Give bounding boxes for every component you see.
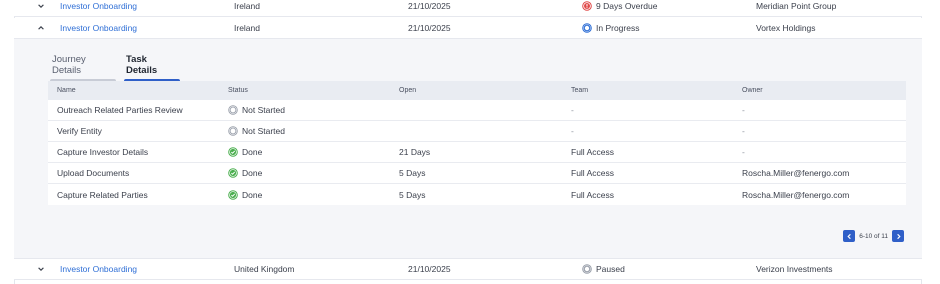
header-team: Team <box>571 87 589 94</box>
task-status-label: Done <box>242 168 263 178</box>
task-name: Upload Documents <box>57 168 130 178</box>
client-cell: Verizon Investments <box>756 264 833 274</box>
date-cell: 21/10/2025 <box>408 1 451 11</box>
header-name: Name <box>57 87 76 94</box>
date-cell: 21/10/2025 <box>408 264 451 274</box>
journey-name-link[interactable]: Investor Onboarding <box>60 264 137 274</box>
client-cell: Vortex Holdings <box>756 23 816 33</box>
chevron-right-icon <box>896 233 901 239</box>
task-table: Name Status Open Team Owner Outreach Rel… <box>48 81 906 205</box>
task-table-header: Name Status Open Team Owner <box>48 81 906 100</box>
overdue-icon <box>582 1 592 11</box>
task-owner: - <box>742 126 745 136</box>
table-row[interactable]: Investor Onboarding Ireland 21/10/2025 9… <box>14 0 922 17</box>
chevron-left-icon <box>847 233 851 239</box>
task-owner: - <box>742 147 745 157</box>
task-owner: Roscha.Miller@fenergo.com <box>742 189 850 200</box>
task-name: Capture Related Parties <box>57 189 148 200</box>
paused-icon <box>582 264 592 274</box>
journey-name-link[interactable]: Investor Onboarding <box>60 23 137 33</box>
date-cell: 21/10/2025 <box>408 23 451 33</box>
task-status: Not Started <box>228 105 285 115</box>
task-status-label: Done <box>242 189 263 200</box>
country-cell: Ireland <box>234 1 260 11</box>
task-name: Verify Entity <box>57 126 102 136</box>
task-team: - <box>571 105 574 115</box>
task-name: Outreach Related Parties Review <box>57 105 183 115</box>
chevron-up-icon[interactable] <box>36 23 46 33</box>
task-details-panel: Journey Details Task Details Name Status… <box>14 39 922 259</box>
task-row[interactable]: Outreach Related Parties Review Not Star… <box>48 100 906 121</box>
task-team: Full Access <box>571 189 614 200</box>
task-status: Done <box>228 190 262 200</box>
task-status-label: Not Started <box>242 105 285 115</box>
tab-label: Journey Details <box>52 54 86 76</box>
tab-journey-details[interactable]: Journey Details <box>50 54 116 83</box>
task-status: Done <box>228 147 262 157</box>
done-check-icon <box>228 189 238 200</box>
table-row[interactable]: Investor Onboarding United Kingdom 21/10… <box>14 259 922 280</box>
journey-name-link[interactable]: Investor Onboarding <box>60 1 137 11</box>
country-cell: Ireland <box>234 23 260 33</box>
header-status: Status <box>228 87 248 94</box>
task-team: - <box>571 126 574 136</box>
task-row[interactable]: Capture Investor Details Done 21 Days Fu… <box>48 142 906 163</box>
task-name: Capture Investor Details <box>57 147 149 157</box>
status-cell: 9 Days Overdue <box>582 1 657 11</box>
pagination: 6-10 of 11 <box>843 230 904 242</box>
task-owner: Roscha.Miller@fenergo.com <box>742 168 850 178</box>
chevron-down-icon[interactable] <box>36 1 46 11</box>
task-row[interactable]: Upload Documents Done 5 Days Full Access… <box>48 163 906 184</box>
header-owner: Owner <box>742 87 763 94</box>
chevron-down-icon[interactable] <box>36 264 46 274</box>
task-status-label: Not Started <box>242 126 285 136</box>
done-check-icon <box>228 168 238 178</box>
task-status-label: Done <box>242 147 263 157</box>
pagination-label: 6-10 of 11 <box>859 232 888 240</box>
status-label: In Progress <box>596 23 640 33</box>
client-cell: Meridian Point Group <box>756 1 837 11</box>
task-status: Not Started <box>228 126 285 136</box>
task-row[interactable]: Capture Related Parties Done 5 Days Full… <box>48 184 906 205</box>
prev-page-button[interactable] <box>843 230 856 242</box>
header-open: Open <box>399 87 417 94</box>
tab-task-details[interactable]: Task Details <box>124 54 180 83</box>
task-open: 21 Days <box>399 147 431 157</box>
done-check-icon <box>228 147 238 157</box>
task-status: Done <box>228 168 262 178</box>
task-row[interactable]: Verify Entity Not Started - - <box>48 121 906 142</box>
not-started-icon <box>228 105 238 115</box>
status-cell: In Progress <box>582 23 639 33</box>
task-team: Full Access <box>571 147 614 157</box>
task-open: 5 Days <box>399 189 426 200</box>
in-progress-icon <box>582 23 592 33</box>
not-started-icon <box>228 126 238 136</box>
status-cell: Paused <box>582 264 625 274</box>
tab-label: Task Details <box>126 54 158 76</box>
detail-tabs: Journey Details Task Details <box>50 54 180 83</box>
task-owner: - <box>742 105 745 115</box>
status-label: Paused <box>596 264 625 274</box>
country-cell: United Kingdom <box>234 264 295 274</box>
table-row-expanded[interactable]: Investor Onboarding Ireland 21/10/2025 I… <box>14 18 922 39</box>
task-team: Full Access <box>571 168 614 178</box>
task-open: 5 Days <box>399 168 426 178</box>
next-page-button[interactable] <box>892 230 904 242</box>
status-label: 9 Days Overdue <box>596 1 658 11</box>
